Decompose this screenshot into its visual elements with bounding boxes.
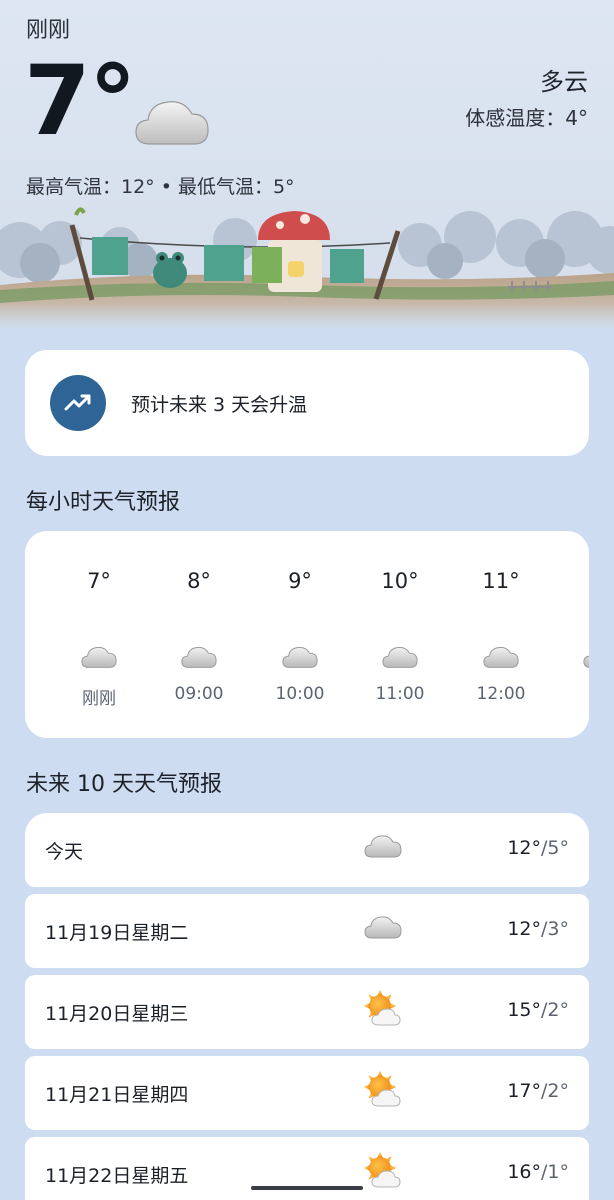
condition-label: 多云: [540, 68, 588, 96]
current-temperature: 7°: [24, 45, 137, 157]
feels-like: 体感温度：4°: [465, 106, 588, 130]
daily-date: 11月19日星期二: [45, 922, 189, 944]
daily-temp: 15°/2°: [507, 999, 569, 1021]
daily-temp: 12°/5°: [507, 837, 569, 859]
daily-low: /2°: [541, 1080, 569, 1102]
hourly-temp: 8°: [187, 569, 211, 593]
hourly-time: 09:00: [174, 684, 224, 704]
cloud-icon: [181, 646, 217, 668]
trending-up-icon: [64, 394, 91, 411]
cloud-icon: [483, 646, 519, 668]
daily-date: 11月20日星期三: [45, 1003, 189, 1025]
weather-scene-illustration: [0, 207, 614, 330]
hourly-temp: 10°: [381, 569, 419, 593]
hourly-forecast-title: 每小时天气预报: [26, 490, 181, 515]
daily-temp: 17°/2°: [507, 1080, 569, 1102]
daily-date: 11月22日星期五: [45, 1165, 189, 1187]
hourly-item: 9° 10:00: [250, 531, 350, 738]
cloud-icon: [364, 916, 402, 939]
daily-date: 今天: [45, 841, 84, 863]
cloud-icon: [81, 646, 117, 668]
hourly-item: 7° 刚刚: [49, 531, 149, 738]
hourly-time: 13: [551, 684, 589, 704]
daily-high: 12°: [507, 918, 541, 940]
cloud-icon: [135, 101, 209, 145]
daily-low: /2°: [541, 999, 569, 1021]
trend-text: 预计未来 3 天会升温: [131, 394, 308, 416]
hourly-item: 10° 11:00: [350, 531, 450, 738]
hourly-item: 8° 09:00: [149, 531, 249, 738]
hourly-time: 11:00: [375, 684, 425, 704]
trend-badge: [50, 375, 106, 431]
cloud-icon: [382, 646, 418, 668]
daily-low: /1°: [541, 1161, 569, 1183]
daily-temp: 16°/1°: [507, 1161, 569, 1183]
cloud-icon: [364, 835, 402, 858]
daily-row[interactable]: 11月21日星期四 17°/2°: [25, 1056, 589, 1130]
hourly-temp: 11°: [482, 569, 520, 593]
partly-sunny-icon: [363, 1070, 401, 1107]
hourly-time: 10:00: [275, 684, 325, 704]
hourly-temp: 9°: [288, 569, 312, 593]
daily-high: 12°: [507, 837, 541, 859]
daily-row[interactable]: 11月20日星期三 15°/2°: [25, 975, 589, 1049]
hourly-item: 1 13: [551, 531, 589, 738]
home-indicator[interactable]: [251, 1186, 363, 1190]
hourly-item: 11° 12:00: [451, 531, 551, 738]
daily-high: 15°: [507, 999, 541, 1021]
hourly-forecast-card[interactable]: 7° 刚刚 8° 09:00 9° 10:00 10° 11:00 11° 12…: [25, 531, 589, 738]
hourly-time: 12:00: [476, 684, 526, 704]
hourly-temp: 7°: [87, 569, 111, 593]
partly-sunny-icon: [363, 989, 401, 1026]
cloud-icon: [583, 646, 589, 668]
daily-high: 17°: [507, 1080, 541, 1102]
daily-row[interactable]: 11月19日星期二 12°/3°: [25, 894, 589, 968]
current-weather-hero: 刚刚 7° 多云 体感温度：4° 最高气温：12° • 最低气温：5°: [0, 0, 614, 330]
daily-date: 11月21日星期四: [45, 1084, 189, 1106]
cloud-icon: [282, 646, 318, 668]
daily-row[interactable]: 11月22日星期五 16°/1°: [25, 1137, 589, 1200]
hourly-time: 刚刚: [82, 689, 116, 709]
daily-temp: 12°/3°: [507, 918, 569, 940]
updated-time: 刚刚: [26, 18, 71, 43]
daily-forecast-title: 未来 10 天天气预报: [26, 772, 222, 797]
daily-low: /3°: [541, 918, 569, 940]
trend-card[interactable]: 预计未来 3 天会升温: [25, 350, 589, 456]
daily-row[interactable]: 今天 12°/5°: [25, 813, 589, 887]
hourly-temp: 1: [551, 569, 589, 593]
daily-high: 16°: [507, 1161, 541, 1183]
daily-low: /5°: [541, 837, 569, 859]
partly-sunny-icon: [363, 1151, 401, 1188]
